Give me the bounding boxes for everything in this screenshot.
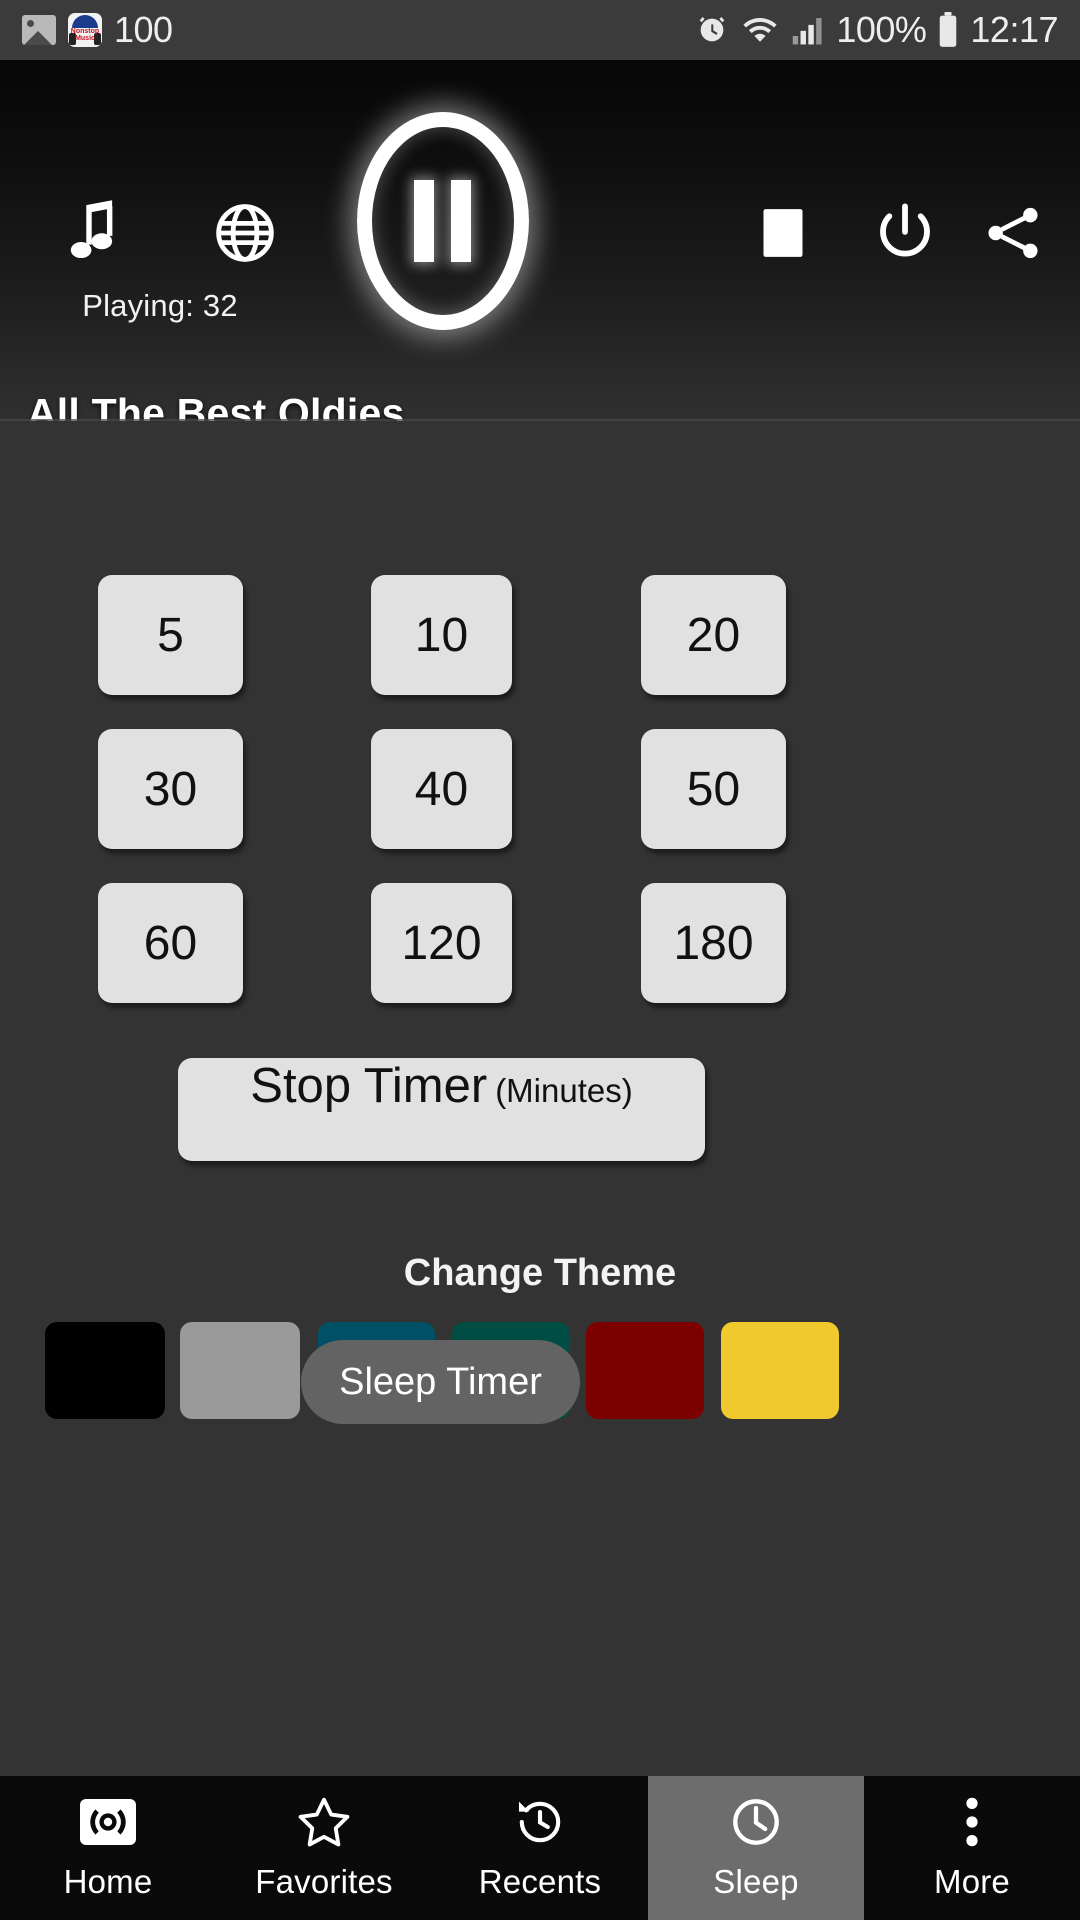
theme-swatch-yellow[interactable]	[721, 1322, 839, 1419]
nav-item-more[interactable]: More	[864, 1776, 1080, 1920]
nav-label-more: More	[934, 1863, 1010, 1900]
timer-button-50[interactable]: 50	[641, 729, 786, 849]
battery-icon	[937, 12, 959, 48]
change-theme-label: Change Theme	[403, 1252, 677, 1294]
theme-swatch-red[interactable]	[586, 1322, 704, 1419]
timer-button-40[interactable]: 40	[371, 729, 512, 849]
nav-label-home: Home	[63, 1863, 153, 1900]
music-note-icon[interactable]	[48, 188, 138, 278]
nav-label-recents: Recents	[478, 1863, 602, 1900]
sleep-timer-grid: 5 10 20 30 40 50 60 120 180	[0, 575, 1080, 1037]
app-screen: Nonstop Music 100 100% 12:17 Playing: 32…	[0, 0, 1080, 1920]
radio-broadcast-icon	[80, 1795, 136, 1849]
timer-row: 30 40 50	[0, 729, 1080, 855]
playing-count-label: Playing: 32	[82, 288, 238, 323]
bottom-navigation: Home Favorites Recents Sleep More	[0, 1776, 1080, 1920]
alarm-icon	[695, 13, 729, 47]
status-bar: Nonstop Music 100 100% 12:17	[0, 0, 1080, 60]
clock-time: 12:17	[970, 9, 1058, 50]
globe-icon[interactable]	[200, 188, 290, 278]
stop-timer-label: Stop Timer	[250, 1059, 488, 1113]
timer-button-120[interactable]: 120	[371, 883, 512, 1003]
nav-item-home[interactable]: Home	[0, 1776, 216, 1920]
signal-icon	[791, 14, 825, 46]
clock-icon	[728, 1795, 784, 1849]
timer-button-5[interactable]: 5	[98, 575, 243, 695]
status-bar-left: Nonstop Music 100	[22, 9, 173, 51]
pause-icon	[356, 112, 529, 330]
theme-swatch-black[interactable]	[45, 1322, 165, 1419]
nav-label-sleep: Sleep	[713, 1863, 799, 1900]
play-pause-button[interactable]	[355, 110, 530, 332]
timer-row: 5 10 20	[0, 575, 1080, 701]
share-button[interactable]	[968, 188, 1058, 278]
nonstop-music-app-icon: Nonstop Music	[68, 13, 102, 47]
stop-timer-unit-label: (Minutes)	[495, 1072, 633, 1109]
timer-button-30[interactable]: 30	[98, 729, 243, 849]
star-icon	[297, 1795, 351, 1849]
wifi-icon	[740, 13, 780, 47]
stop-timer-button[interactable]: Stop Timer (Minutes)	[178, 1058, 705, 1161]
nav-item-sleep[interactable]: Sleep	[648, 1776, 864, 1920]
theme-swatch-gray[interactable]	[180, 1322, 300, 1419]
history-clock-icon	[513, 1795, 567, 1849]
timer-button-10[interactable]: 10	[371, 575, 512, 695]
nav-label-favorites: Favorites	[255, 1863, 393, 1900]
nav-item-favorites[interactable]: Favorites	[216, 1776, 432, 1920]
timer-row: 60 120 180	[0, 883, 1080, 1009]
station-title: All The Best Oldies	[27, 390, 405, 421]
sleep-timer-pill[interactable]: Sleep Timer	[301, 1340, 580, 1424]
battery-percent: 100%	[836, 9, 927, 50]
power-button[interactable]	[860, 188, 950, 278]
app-icon-label: Nonstop Music	[70, 28, 100, 42]
timer-button-20[interactable]: 20	[641, 575, 786, 695]
gallery-icon	[22, 15, 56, 45]
player-header: Playing: 32 All The Best Oldies	[0, 60, 1080, 421]
timer-button-60[interactable]: 60	[98, 883, 243, 1003]
stop-button[interactable]	[740, 190, 826, 276]
nav-item-recents[interactable]: Recents	[432, 1776, 648, 1920]
status-bar-right: 100% 12:17	[695, 9, 1058, 51]
notification-count: 100	[114, 9, 173, 50]
overflow-menu-icon	[962, 1795, 982, 1849]
timer-button-180[interactable]: 180	[641, 883, 786, 1003]
